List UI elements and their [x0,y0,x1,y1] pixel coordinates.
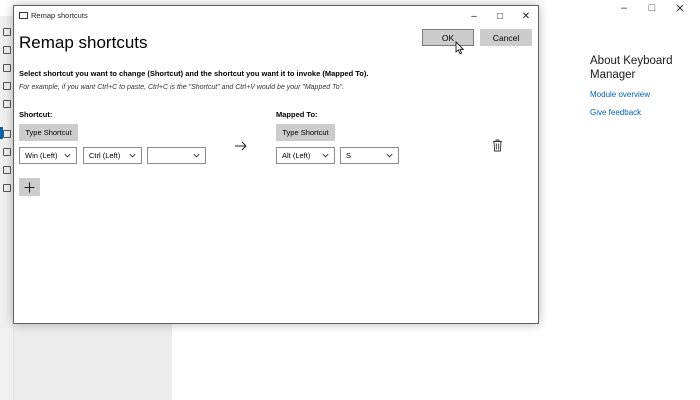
dialog-titlebar-text: Remap shortcuts [31,11,88,20]
shortcut-key-dropdown-2[interactable]: Ctrl (Left) [83,147,142,164]
dialog-close-button[interactable]: ✕ [513,9,539,23]
dialog-minimize-button[interactable]: – [461,9,487,23]
chevron-down-icon [64,153,71,158]
background-minimize-button[interactable]: – [610,0,638,16]
cancel-button[interactable]: Cancel [480,29,532,46]
mapped-type-shortcut-button[interactable]: Type Shortcut [276,124,335,141]
shortcut-key-dropdown-1[interactable]: Win (Left) [19,147,77,164]
about-panel: About Keyboard Manager Module overview G… [590,54,694,117]
example-text: For example, if you want Ctrl+C to paste… [19,84,345,91]
chevron-down-icon [129,153,136,158]
instruction-text: Select shortcut you want to change (Shor… [19,69,369,78]
sidebar-fancyzones-icon[interactable] [3,64,11,72]
about-title: About Keyboard Manager [590,55,673,81]
ok-button[interactable]: OK [422,29,474,46]
arrow-right-icon [235,141,247,151]
chevron-down-icon [193,153,200,158]
type-shortcut-button[interactable]: Type Shortcut [19,124,78,141]
sidebar-image-resizer-icon[interactable] [3,100,11,108]
dropdown-value: Alt (Left) [282,151,311,160]
mapped-to-column-label: Mapped To: [276,110,318,119]
dropdown-value: Ctrl (Left) [89,151,121,160]
dropdown-value: Win (Left) [25,151,58,160]
mapped-key-dropdown-1[interactable]: Alt (Left) [276,147,335,164]
dialog-heading: Remap shortcuts [19,33,148,52]
dialog-maximize-button[interactable]: □ [487,9,513,23]
shortcut-column-label: Shortcut: [19,110,53,119]
chevron-down-icon [322,153,329,158]
module-overview-link[interactable]: Module overview [590,90,694,99]
trash-icon[interactable] [492,139,503,152]
sidebar-shortcut-guide-icon[interactable] [3,184,11,192]
sidebar-color-picker-icon[interactable] [3,46,11,54]
background-sidebar [0,16,14,400]
sidebar-run-icon[interactable] [3,166,11,174]
background-content-panel [14,322,172,400]
sidebar-powerrename-icon[interactable] [3,148,11,156]
window-icon [19,12,28,19]
add-shortcut-button[interactable] [19,178,40,196]
dialog-titlebar: Remap shortcuts – □ ✕ [14,6,538,26]
background-maximize-button[interactable]: □ [638,0,666,16]
dropdown-value: S [346,151,352,160]
give-feedback-link[interactable]: Give feedback [590,108,694,117]
background-window-controls: – □ ✕ [610,0,694,16]
shortcut-key-dropdown-3[interactable] [147,147,206,164]
mapped-key-dropdown-2[interactable]: S [340,147,399,164]
sidebar-keyboard-manager-icon[interactable] [3,130,11,138]
background-close-button[interactable]: ✕ [666,0,694,16]
plus-icon [24,182,35,192]
cursor-icon [455,41,464,55]
sidebar-general-icon[interactable] [3,28,11,36]
sidebar-file-explorer-icon[interactable] [3,82,11,90]
chevron-down-icon [386,153,393,158]
